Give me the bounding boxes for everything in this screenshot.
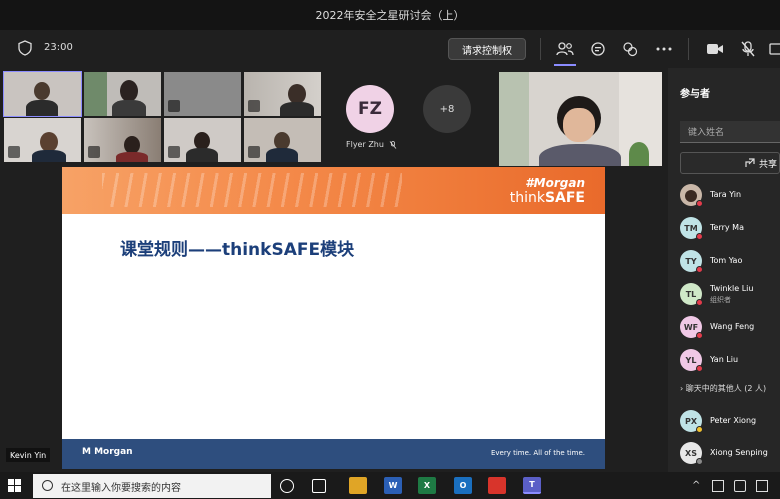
toolbar-divider — [688, 38, 689, 60]
participant-row[interactable]: PX Peter Xiong — [680, 410, 780, 434]
teams-icon[interactable]: T — [523, 477, 541, 494]
video-tile[interactable] — [164, 118, 241, 162]
toolbar-divider — [540, 38, 541, 60]
status-busy-icon — [696, 200, 703, 207]
video-tile[interactable] — [4, 118, 81, 162]
participant-row[interactable]: YL Yan Liu — [680, 349, 780, 373]
status-offline-icon — [696, 458, 703, 465]
more-icon[interactable] — [654, 39, 674, 59]
meeting-toolbar: 23:00 请求控制权 — [0, 30, 780, 68]
participant-row[interactable]: TM Terry Ma — [680, 217, 780, 241]
network-icon[interactable] — [712, 480, 724, 492]
share-icon — [745, 158, 755, 167]
status-busy-icon — [696, 233, 703, 240]
app-icon[interactable] — [488, 477, 506, 494]
video-tile[interactable] — [3, 71, 82, 117]
participant-name: Flyer Zhu — [346, 140, 397, 149]
mic-off-icon — [248, 146, 260, 158]
speaker-icon[interactable] — [734, 480, 746, 492]
mic-off-icon — [168, 100, 180, 112]
taskbar-search-input[interactable]: 在这里输入你要搜索的内容 — [33, 474, 271, 498]
self-name-tag: Kevin Yin — [6, 448, 51, 462]
meeting-timer: 23:00 — [44, 42, 73, 53]
share-invite-button[interactable]: 共享 — [680, 152, 780, 174]
slide-banner: #Morgan thinkSAFE — [62, 167, 605, 214]
panel-title: 参与者 — [680, 89, 710, 100]
request-control-button[interactable]: 请求控制权 — [448, 38, 526, 60]
window-title: 2022年安全之星研讨会（上） — [315, 9, 465, 22]
task-view-icon[interactable] — [312, 479, 326, 493]
chevron-up-icon[interactable]: ^ — [692, 480, 704, 492]
keyboard-icon[interactable] — [756, 480, 768, 492]
participants-active-indicator — [554, 64, 576, 66]
cortana-icon[interactable] — [280, 479, 294, 493]
avatar[interactable]: FZ — [346, 85, 394, 133]
mic-off-icon — [390, 140, 397, 149]
video-tile[interactable] — [84, 72, 161, 116]
file-explorer-icon[interactable] — [349, 477, 367, 494]
chevron-down-icon: › — [680, 384, 684, 393]
video-tile[interactable] — [164, 72, 241, 116]
featured-video[interactable] — [499, 72, 662, 166]
more-participants-button[interactable]: +8 — [423, 85, 471, 133]
search-icon — [42, 480, 53, 491]
participant-row[interactable]: TL Twinkle Liu 组织者 — [680, 283, 780, 307]
shared-presentation[interactable]: #Morgan thinkSAFE 课堂规则——thinkSAFE模块 M Mo… — [62, 167, 605, 469]
video-tile[interactable] — [244, 118, 321, 162]
mic-off-icon[interactable] — [738, 39, 758, 59]
excel-icon[interactable]: X — [418, 477, 436, 494]
camera-icon[interactable] — [705, 39, 725, 59]
footer-logo: M Morgan — [82, 447, 133, 457]
participant-row[interactable]: Tara Yin — [680, 184, 780, 208]
participant-row[interactable]: XS Xiong Senping — [680, 442, 780, 466]
status-busy-icon — [696, 266, 703, 273]
others-in-chat-toggle[interactable]: › 聊天中的其他人 (2 人) — [680, 383, 766, 394]
participant-row[interactable]: TY Tom Yao — [680, 250, 780, 274]
thinksafe-logo: thinkSAFE — [509, 190, 585, 206]
windows-start-icon[interactable] — [8, 479, 21, 492]
status-busy-icon — [696, 332, 703, 339]
footer-tagline: Every time. All of the time. — [490, 449, 585, 457]
word-icon[interactable]: W — [384, 477, 402, 494]
video-tile[interactable] — [84, 118, 161, 162]
outlook-icon[interactable]: O — [454, 477, 472, 494]
mic-off-icon — [168, 146, 180, 158]
mic-off-icon — [248, 100, 260, 112]
participant-search-input[interactable]: 键入姓名 — [680, 121, 780, 143]
slide-footer: M Morgan Every time. All of the time. — [62, 439, 605, 469]
share-icon[interactable] — [766, 39, 780, 59]
reactions-icon[interactable] — [620, 39, 640, 59]
video-tile[interactable] — [244, 72, 321, 116]
morgan-logo: #Morgan — [525, 176, 585, 190]
meeting-stage: FZ Flyer Zhu +8 #Morgan thinkSAFE 课堂规则——… — [0, 68, 668, 499]
participants-panel: 参与者 键入姓名 共享 Tara Yin TM Terry Ma TY Tom … — [668, 68, 780, 499]
slide-title: 课堂规则——thinkSAFE模块 — [120, 240, 355, 260]
participants-icon[interactable] — [555, 39, 575, 59]
organizer-label: 组织者 — [710, 296, 731, 304]
chat-icon[interactable] — [588, 39, 608, 59]
participant-row[interactable]: WF Wang Feng — [680, 316, 780, 340]
window-title-bar: 2022年安全之星研讨会（上） — [0, 0, 780, 30]
shield-icon[interactable] — [18, 40, 32, 56]
mic-off-icon — [8, 146, 20, 158]
windows-taskbar: 在这里输入你要搜索的内容 W X O T ^ — [0, 472, 780, 499]
status-busy-icon — [696, 299, 703, 306]
status-busy-icon — [696, 365, 703, 372]
status-away-icon — [696, 426, 703, 433]
mic-off-icon — [88, 146, 100, 158]
